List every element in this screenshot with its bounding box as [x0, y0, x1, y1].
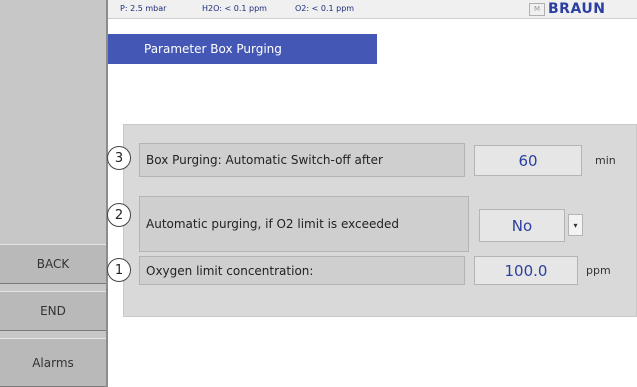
sidebar: BACK END Alarms	[0, 0, 108, 387]
end-button[interactable]: END	[0, 291, 106, 331]
auto-purging-label: Automatic purging, if O2 limit is exceed…	[139, 196, 469, 252]
row-number-badge: 2	[107, 203, 131, 227]
row-number-badge: 1	[107, 258, 131, 282]
row-number-badge: 3	[107, 146, 131, 170]
switch-off-unit: min	[595, 154, 616, 167]
switch-off-value-field[interactable]: 60	[474, 145, 582, 176]
back-button[interactable]: BACK	[0, 244, 106, 284]
logo-text: BRAUN	[548, 1, 606, 17]
alarms-button[interactable]: Alarms	[0, 338, 106, 387]
oxygen-limit-unit: ppm	[586, 264, 611, 277]
auto-purging-select[interactable]: No	[479, 209, 565, 242]
status-bar: P: 2.5 mbar H2O: < 0.1 ppm O2: < 0.1 ppm…	[108, 0, 637, 19]
oxygen-limit-label: Oxygen limit concentration:	[139, 256, 465, 285]
page-title: Parameter Box Purging	[144, 42, 282, 56]
switch-off-label: Box Purging: Automatic Switch-off after	[139, 143, 465, 177]
pressure-readout: P: 2.5 mbar	[120, 4, 167, 13]
logo-mark-icon: M	[529, 2, 545, 16]
page-title-bar: Parameter Box Purging	[108, 34, 377, 64]
oxygen-limit-value-field[interactable]: 100.0	[474, 256, 578, 285]
chevron-down-icon[interactable]: ▾	[568, 214, 583, 236]
h2o-readout: H2O: < 0.1 ppm	[202, 4, 267, 13]
braun-logo: M BRAUN	[529, 1, 635, 17]
o2-readout: O2: < 0.1 ppm	[295, 4, 355, 13]
